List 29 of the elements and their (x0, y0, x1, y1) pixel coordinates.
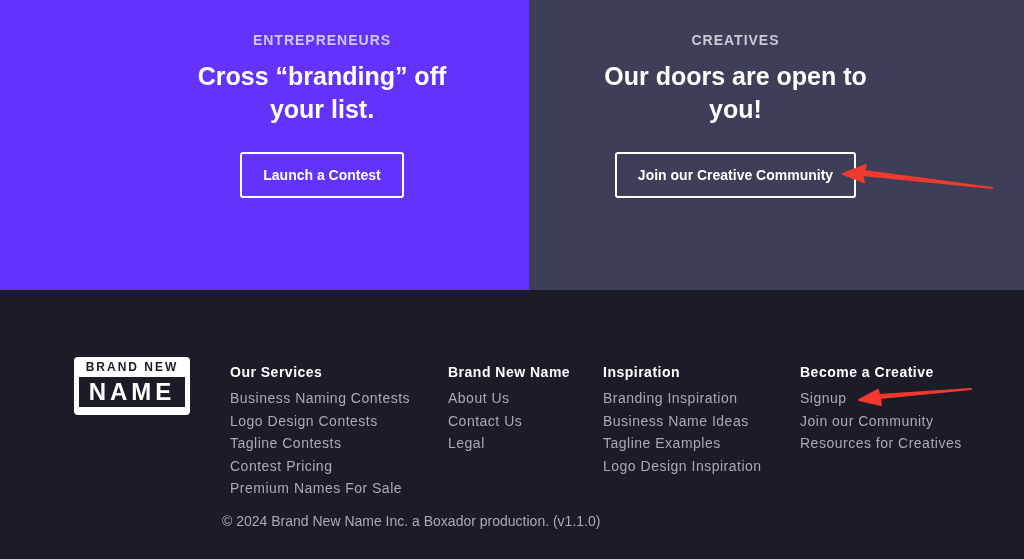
footer-link[interactable]: Business Name Ideas (603, 409, 749, 432)
footer-link[interactable]: Tagline Contests (230, 432, 342, 455)
footer-link[interactable]: Logo Design Inspiration (603, 454, 762, 477)
column-heading: Become a Creative (800, 364, 935, 380)
logo-text: NAME (79, 377, 185, 407)
footer-link[interactable]: Signup (800, 387, 847, 410)
footer-link[interactable]: Join our Community (800, 409, 934, 432)
footer-link[interactable]: Contest Pricing (230, 454, 333, 477)
footer-link[interactable]: About Us (448, 387, 510, 410)
cta-button[interactable]: Join our Creative Community (614, 152, 857, 198)
footer-link[interactable]: Legal (448, 432, 485, 455)
copyright-text: © 2024 Brand New Name Inc. a Boxador production. (v1.1.0) (222, 512, 602, 529)
logo-text: BRAND NEW (85, 361, 179, 374)
panel-headline: Our doors are open to you! (603, 61, 868, 125)
footer-link[interactable]: Resources for Creatives (800, 432, 962, 455)
panel-headline: Cross “branding” off your list. (196, 61, 448, 125)
column-heading: Our Services (230, 364, 324, 380)
brand-logo[interactable]: BRAND NEW NAME (74, 357, 190, 415)
footer-link[interactable]: Business Naming Contests (230, 387, 411, 410)
column-heading: Inspiration (603, 364, 682, 380)
column-heading: Brand New Name (448, 364, 572, 380)
cta-button[interactable]: Launch a Contest (240, 152, 404, 198)
footer-link[interactable]: Premium Names For Sale (230, 477, 403, 500)
panel-kicker: CREATIVES (691, 32, 780, 48)
footer-link[interactable]: Logo Design Contests (230, 409, 378, 432)
footer-link[interactable]: Branding Inspiration (603, 387, 738, 410)
footer-link[interactable]: Contact Us (448, 409, 523, 432)
panel-kicker: ENTREPRENEURS (252, 32, 392, 48)
footer-link[interactable]: Tagline Examples (603, 432, 721, 455)
